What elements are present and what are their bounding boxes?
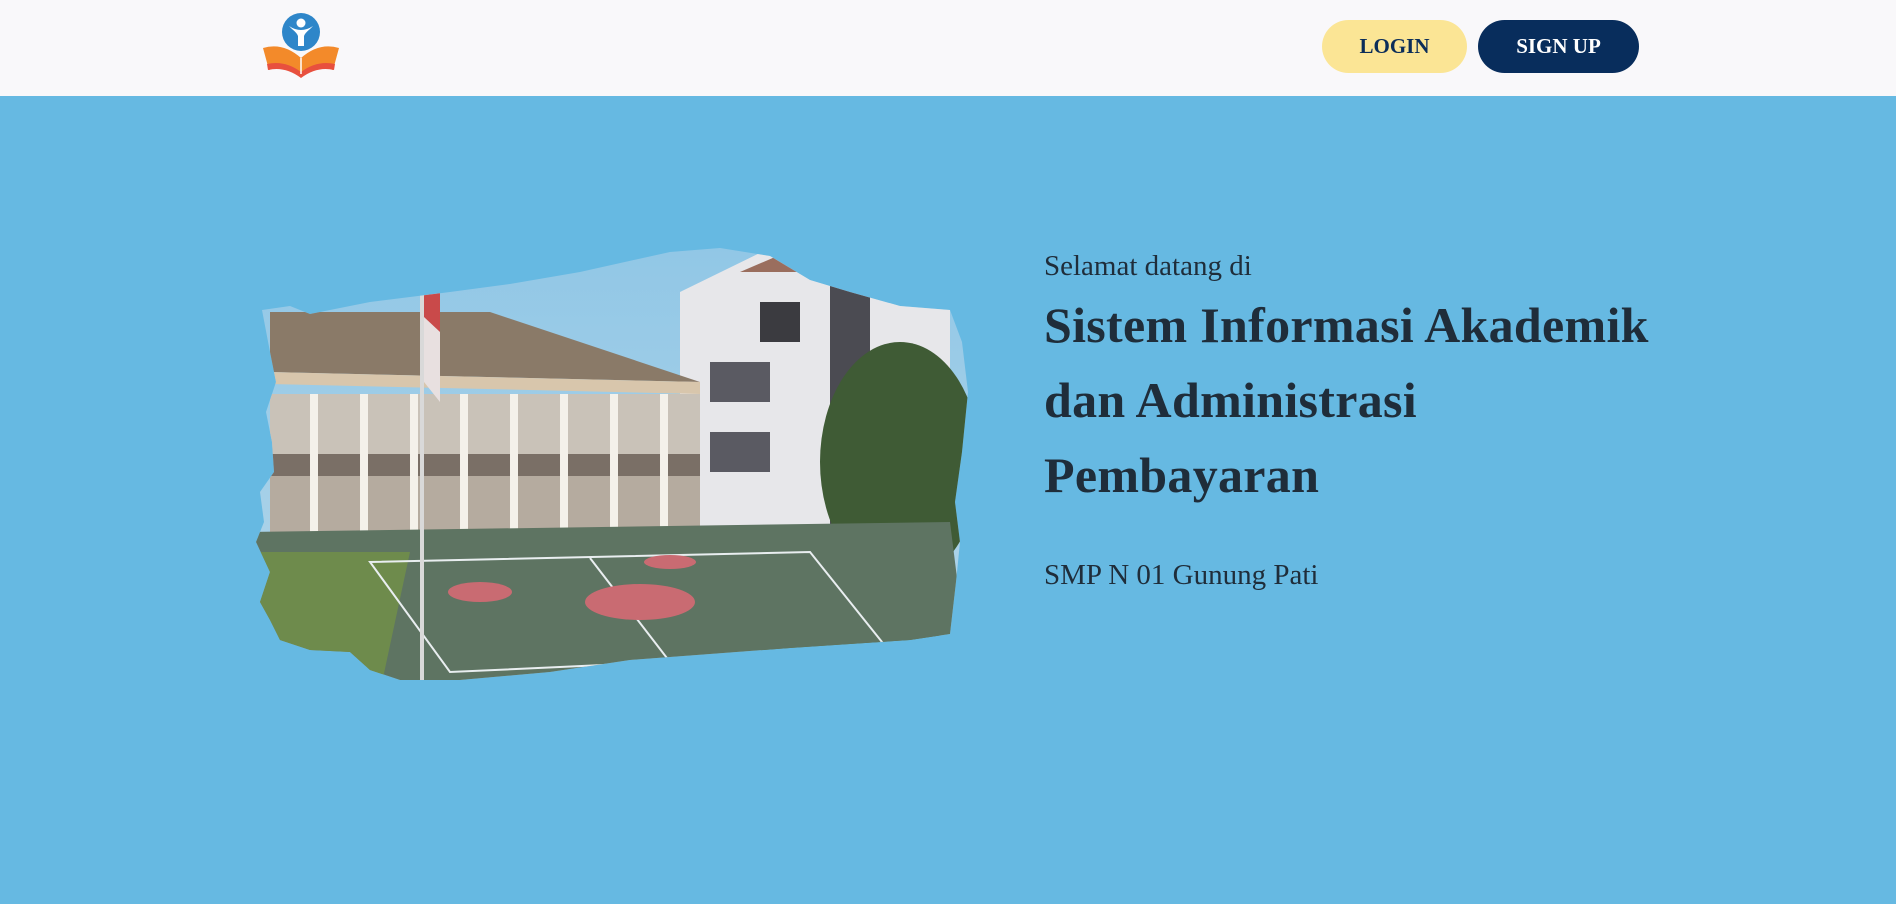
book-person-logo-icon[interactable]	[261, 12, 341, 80]
navbar: LOGIN SIGN UP	[0, 0, 1896, 96]
title-line-3: Pembayaran	[1044, 447, 1320, 503]
title-line-1: Sistem Informasi Akademik	[1044, 297, 1649, 353]
login-button[interactable]: LOGIN	[1322, 20, 1467, 73]
school-building-image	[250, 222, 972, 742]
page-title: Sistem Informasi Akademik dan Administra…	[1044, 288, 1664, 513]
title-line-2: dan Administrasi	[1044, 372, 1417, 428]
school-name: SMP N 01 Gunung Pati	[1044, 559, 1319, 591]
signup-button[interactable]: SIGN UP	[1478, 20, 1639, 73]
welcome-text: Selamat datang di	[1044, 250, 1252, 282]
hero-text: Selamat datang di Sistem Informasi Akade…	[1044, 248, 1664, 593]
